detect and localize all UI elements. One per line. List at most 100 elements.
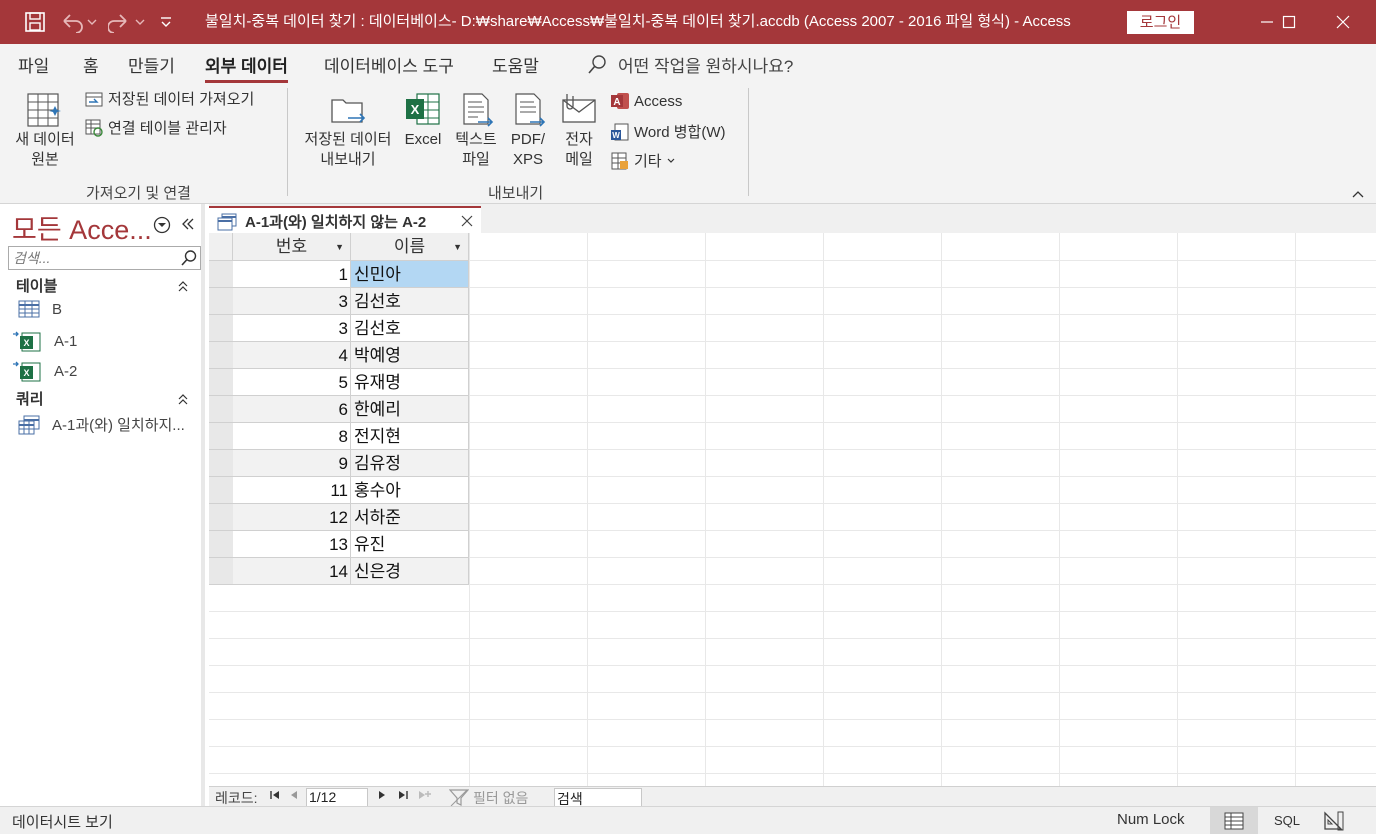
datasheet-view-icon[interactable] bbox=[1210, 807, 1258, 834]
export-access-label: Access bbox=[634, 92, 683, 110]
tab-file[interactable]: 파일 bbox=[18, 52, 49, 77]
folder-export-icon bbox=[331, 99, 366, 123]
record-position-input[interactable]: 1/12 bbox=[306, 788, 368, 807]
save-icon[interactable] bbox=[24, 0, 46, 44]
column-filter-dropdown-icon[interactable]: ▼ bbox=[453, 233, 462, 261]
row-selector[interactable] bbox=[209, 450, 233, 477]
table-cell-number[interactable]: 9 bbox=[233, 450, 351, 477]
table-cell-number[interactable]: 13 bbox=[233, 531, 351, 558]
search-icon[interactable] bbox=[180, 249, 198, 270]
table-cell-name[interactable]: 유진 bbox=[351, 531, 469, 558]
column-filter-dropdown-icon[interactable]: ▼ bbox=[335, 233, 344, 261]
first-record-icon[interactable] bbox=[269, 788, 281, 805]
collapse-nav-icon[interactable] bbox=[180, 216, 196, 235]
redo-icon[interactable] bbox=[108, 0, 146, 44]
undo-icon[interactable] bbox=[60, 0, 98, 44]
nav-item-table-b[interactable]: B bbox=[18, 300, 62, 318]
table-cell-name[interactable]: 신은경 bbox=[351, 558, 469, 585]
row-selector[interactable] bbox=[209, 477, 233, 504]
export-text-button[interactable]: 텍스트 파일 bbox=[452, 90, 500, 170]
maximize-icon[interactable] bbox=[1266, 0, 1312, 44]
document-tab[interactable]: A-1과(와) 일치하지 않는 A-2 bbox=[209, 206, 481, 235]
row-selector[interactable] bbox=[209, 396, 233, 423]
new-record-icon[interactable] bbox=[417, 788, 431, 805]
customize-qat-icon[interactable] bbox=[158, 0, 174, 44]
filter-status[interactable]: 필터 없음 bbox=[449, 788, 528, 808]
table-cell-number[interactable]: 5 bbox=[233, 369, 351, 396]
table-cell-number[interactable]: 8 bbox=[233, 423, 351, 450]
nav-section-tables[interactable]: 테이블 bbox=[16, 275, 57, 296]
tell-me-label: 어떤 작업을 원하시나요? bbox=[618, 57, 794, 76]
close-icon[interactable] bbox=[1320, 0, 1366, 44]
nav-pane-title[interactable]: 모든 Acce... bbox=[12, 208, 152, 247]
nav-item-query[interactable]: A-1과(와) 일치하지... bbox=[18, 414, 185, 435]
table-cell-name[interactable]: 한예리 bbox=[351, 396, 469, 423]
table-cell-name[interactable]: 김유정 bbox=[351, 450, 469, 477]
row-selector[interactable] bbox=[209, 558, 233, 585]
export-email-button[interactable]: 전자 메일 bbox=[556, 90, 602, 170]
sql-view-button[interactable]: SQL bbox=[1274, 813, 1300, 828]
select-all-corner[interactable] bbox=[209, 233, 233, 261]
collapse-ribbon-icon[interactable] bbox=[1351, 186, 1365, 202]
column-header-number[interactable]: 번호 ▼ bbox=[233, 233, 351, 261]
table-cell-number[interactable]: 11 bbox=[233, 477, 351, 504]
row-selector[interactable] bbox=[209, 315, 233, 342]
row-selector[interactable] bbox=[209, 531, 233, 558]
table-cell-number[interactable]: 4 bbox=[233, 342, 351, 369]
export-access-button[interactable]: A Access bbox=[610, 91, 682, 111]
column-header-name[interactable]: 이름 ▼ bbox=[351, 233, 469, 261]
table-cell-name[interactable]: 전지현 bbox=[351, 423, 469, 450]
table-cell-name[interactable]: 홍수아 bbox=[351, 477, 469, 504]
record-navigation-bar: 레코드: 1/12 필터 없음 검색 bbox=[209, 786, 1376, 808]
linked-table-manager-button[interactable]: 연결 테이블 관리자 bbox=[84, 117, 227, 138]
nav-section-queries[interactable]: 쿼리 bbox=[16, 388, 44, 409]
tell-me-search[interactable]: 어떤 작업을 원하시나요? bbox=[586, 52, 793, 77]
table-cell-name[interactable]: 김선호 bbox=[351, 315, 469, 342]
nav-search-input[interactable] bbox=[9, 247, 177, 269]
nav-item-table-a1[interactable]: X A-1 bbox=[12, 330, 77, 352]
nav-item-label: A-1과(와) 일치하지... bbox=[52, 417, 185, 434]
more-export-button[interactable]: 기타 bbox=[610, 150, 676, 171]
next-record-icon[interactable] bbox=[377, 788, 387, 805]
table-cell-name[interactable]: 김선호 bbox=[351, 288, 469, 315]
nav-menu-icon[interactable] bbox=[152, 215, 172, 238]
tab-external-data[interactable]: 외부 데이터 bbox=[205, 52, 288, 83]
table-cell-number[interactable]: 1 bbox=[233, 261, 351, 288]
row-selector[interactable] bbox=[209, 423, 233, 450]
row-selector[interactable] bbox=[209, 369, 233, 396]
table-cell-number[interactable]: 12 bbox=[233, 504, 351, 531]
query-icon bbox=[18, 415, 40, 434]
table-cell-number[interactable]: 14 bbox=[233, 558, 351, 585]
table-cell-name[interactable]: 신민아 bbox=[351, 261, 469, 288]
table-cell-name[interactable]: 박예영 bbox=[351, 342, 469, 369]
tab-home[interactable]: 홈 bbox=[83, 52, 99, 77]
table-cell-name[interactable]: 유재명 bbox=[351, 369, 469, 396]
close-tab-icon[interactable] bbox=[461, 214, 473, 231]
table-cell-name[interactable]: 서하준 bbox=[351, 504, 469, 531]
table-cell-number[interactable]: 3 bbox=[233, 288, 351, 315]
collapse-section-icon[interactable] bbox=[177, 279, 189, 295]
table-cell-number[interactable]: 6 bbox=[233, 396, 351, 423]
row-selector[interactable] bbox=[209, 288, 233, 315]
nav-item-table-a2[interactable]: X A-2 bbox=[12, 360, 77, 382]
tab-create[interactable]: 만들기 bbox=[128, 52, 175, 77]
tab-help[interactable]: 도움말 bbox=[492, 52, 539, 77]
saved-exports-button[interactable]: 저장된 데이터 내보내기 bbox=[298, 90, 398, 170]
export-excel-button[interactable]: X Excel bbox=[401, 90, 445, 150]
tab-database-tools[interactable]: 데이터베이스 도구 bbox=[324, 52, 454, 77]
row-selector[interactable] bbox=[209, 261, 233, 288]
previous-record-icon[interactable] bbox=[289, 788, 299, 805]
login-button[interactable]: 로그인 bbox=[1127, 11, 1194, 34]
last-record-icon[interactable] bbox=[397, 788, 409, 805]
lightbulb-search-icon bbox=[588, 54, 606, 74]
word-merge-button[interactable]: W Word 병합(W) bbox=[610, 121, 725, 142]
row-selector[interactable] bbox=[209, 342, 233, 369]
row-selector[interactable] bbox=[209, 504, 233, 531]
design-view-icon[interactable] bbox=[1322, 810, 1346, 834]
export-pdf-button[interactable]: PDF/ XPS bbox=[505, 90, 551, 170]
new-data-source-button[interactable]: 새 데이터 원본 bbox=[10, 90, 80, 170]
collapse-section-icon[interactable] bbox=[177, 392, 189, 408]
record-search-input[interactable]: 검색 bbox=[554, 788, 642, 807]
saved-imports-button[interactable]: 저장된 데이터 가져오기 bbox=[84, 88, 254, 109]
table-cell-number[interactable]: 3 bbox=[233, 315, 351, 342]
